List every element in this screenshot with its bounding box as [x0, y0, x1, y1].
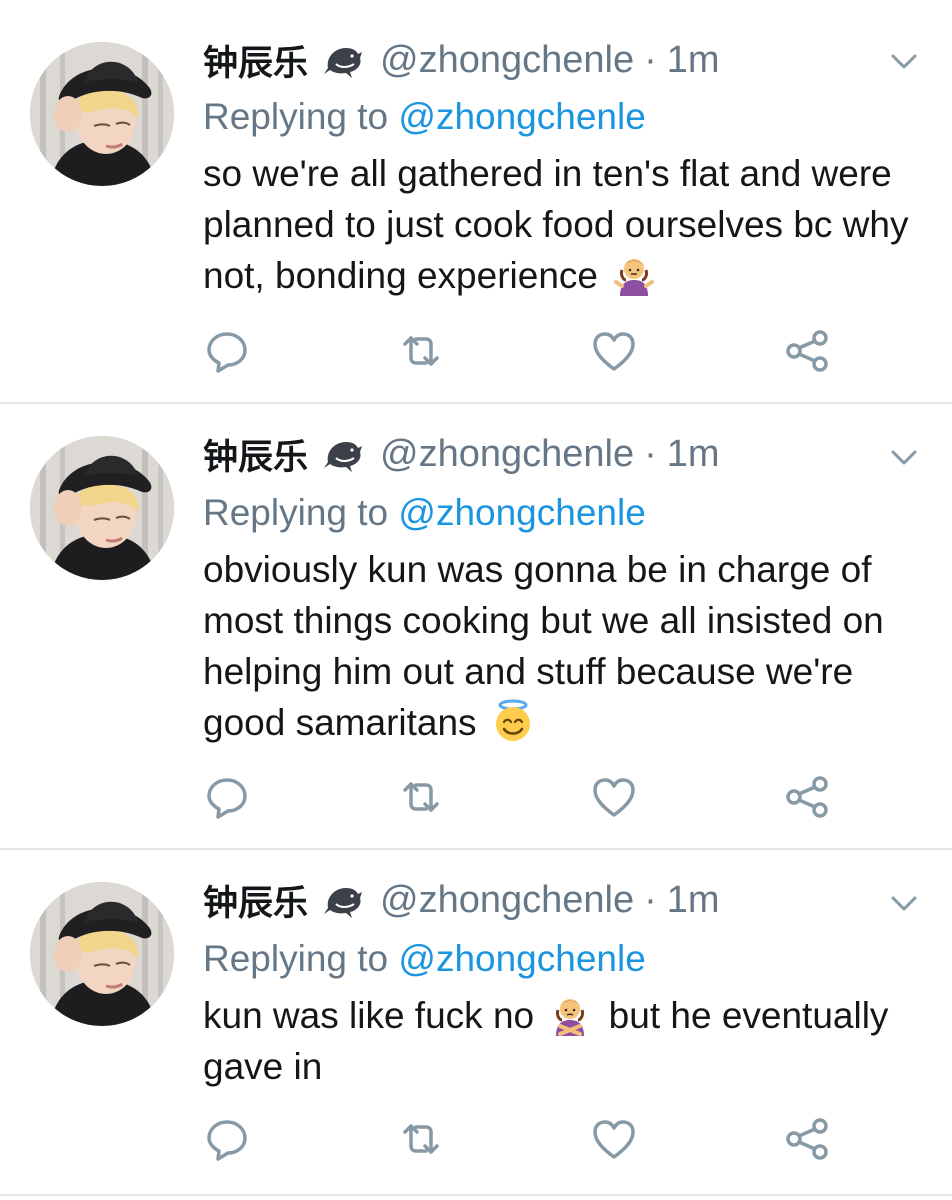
person-gesturing-no-emoji: [548, 992, 592, 1036]
replying-mention[interactable]: @zhongchenle: [398, 938, 645, 979]
replying-prefix: Replying to: [203, 96, 389, 137]
like-icon[interactable]: [589, 1114, 639, 1164]
replying-mention[interactable]: @zhongchenle: [398, 96, 645, 137]
share-icon[interactable]: [783, 326, 833, 376]
tweet-header: 钟辰乐 @zhongchenle · 1m: [203, 36, 720, 84]
retweet-icon[interactable]: [396, 326, 446, 376]
tweet-divider: [0, 1194, 952, 1196]
display-name[interactable]: 钟辰乐: [203, 35, 308, 86]
chevron-down-icon[interactable]: [887, 44, 921, 78]
tweet-text-body: obviously kun was gonna be in charge of …: [203, 549, 884, 743]
tweet-2[interactable]: 钟辰乐 @zhongchenle · 1m Replying to @zhong…: [0, 404, 952, 850]
share-icon[interactable]: [783, 1114, 833, 1164]
tweet-1[interactable]: 钟辰乐 @zhongchenle · 1m Replying to @zhong…: [0, 0, 952, 404]
handle[interactable]: @zhongchenle: [380, 39, 634, 82]
separator-dot: ·: [644, 432, 657, 475]
retweet-icon[interactable]: [396, 772, 446, 822]
display-name[interactable]: 钟辰乐: [203, 875, 308, 926]
like-icon[interactable]: [589, 326, 639, 376]
separator-dot: ·: [644, 38, 657, 81]
timestamp[interactable]: 1m: [667, 39, 720, 82]
dolphin-icon: [322, 434, 364, 474]
replying-prefix: Replying to: [203, 938, 389, 979]
tweet-actions: [0, 1114, 952, 1164]
chevron-down-icon[interactable]: [887, 886, 921, 920]
avatar[interactable]: [30, 42, 174, 186]
person-shrugging-emoji: [612, 252, 656, 296]
avatar[interactable]: [30, 882, 174, 1026]
replying-mention[interactable]: @zhongchenle: [398, 492, 645, 533]
tweet-header: 钟辰乐 @zhongchenle · 1m: [203, 876, 720, 924]
replying-to: Replying to @zhongchenle: [203, 492, 646, 534]
tweet-text-before-emoji: kun was like fuck no: [203, 995, 535, 1036]
dolphin-icon: [322, 40, 364, 80]
timestamp[interactable]: 1m: [667, 433, 720, 476]
replying-to: Replying to @zhongchenle: [203, 938, 646, 980]
tweet-text: kun was like fuck no but he eventually g…: [203, 990, 938, 1092]
display-name[interactable]: 钟辰乐: [203, 429, 308, 480]
timestamp[interactable]: 1m: [667, 879, 720, 922]
tweet-actions: [0, 326, 952, 376]
reply-icon[interactable]: [202, 326, 252, 376]
reply-icon[interactable]: [202, 1114, 252, 1164]
tweet-3[interactable]: 钟辰乐 @zhongchenle · 1m Replying to @zhong…: [0, 850, 952, 1196]
chevron-down-icon[interactable]: [887, 440, 921, 474]
tweet-text: so we're all gathered in ten's flat and …: [203, 148, 938, 301]
replying-to: Replying to @zhongchenle: [203, 96, 646, 138]
tweet-text-body: so we're all gathered in ten's flat and …: [203, 153, 909, 296]
replying-prefix: Replying to: [203, 492, 389, 533]
retweet-icon[interactable]: [396, 1114, 446, 1164]
tweet-text: obviously kun was gonna be in charge of …: [203, 544, 938, 748]
handle[interactable]: @zhongchenle: [380, 433, 634, 476]
reply-icon[interactable]: [202, 772, 252, 822]
separator-dot: ·: [644, 878, 657, 921]
dolphin-icon: [322, 880, 364, 920]
like-icon[interactable]: [589, 772, 639, 822]
avatar[interactable]: [30, 436, 174, 580]
handle[interactable]: @zhongchenle: [380, 879, 634, 922]
share-icon[interactable]: [783, 772, 833, 822]
smiling-face-with-halo-emoji: [491, 699, 535, 743]
tweet-actions: [0, 772, 952, 822]
tweet-header: 钟辰乐 @zhongchenle · 1m: [203, 430, 720, 478]
